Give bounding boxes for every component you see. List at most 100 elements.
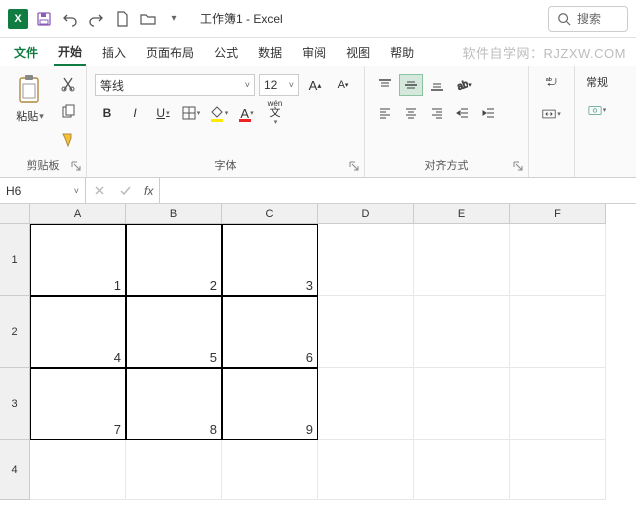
tab-review[interactable]: 审阅 [298, 40, 330, 65]
cell-E4[interactable] [414, 440, 510, 500]
redo-icon[interactable] [88, 11, 104, 27]
clipboard-group-label: 剪贴板 [27, 160, 60, 172]
fill-color-button[interactable]: ▾ [207, 102, 231, 124]
phonetic-guide-button[interactable]: wén文▾ [263, 102, 287, 124]
name-box-value: H6 [6, 184, 21, 198]
col-header-C[interactable]: C [222, 204, 318, 224]
cancel-formula-icon[interactable] [86, 184, 112, 197]
cell-A1[interactable]: 1 [30, 224, 126, 296]
currency-button[interactable]: ▾ [583, 98, 611, 122]
col-header-D[interactable]: D [318, 204, 414, 224]
tab-layout[interactable]: 页面布局 [142, 40, 198, 65]
cut-icon[interactable] [58, 74, 78, 94]
font-launcher-icon[interactable] [348, 161, 360, 173]
border-button[interactable]: ▾ [179, 102, 203, 124]
row-header-3[interactable]: 3 [0, 368, 30, 440]
col-header-E[interactable]: E [414, 204, 510, 224]
column-headers: ABCDEF [30, 204, 606, 224]
paste-button[interactable]: 粘贴▾ [8, 70, 52, 124]
align-right-button[interactable] [425, 102, 449, 124]
italic-button[interactable]: I [123, 102, 147, 124]
tab-insert[interactable]: 插入 [98, 40, 130, 65]
watermark-text: 软件自学网：RJZXW.COM [463, 43, 627, 62]
cell-F1[interactable] [510, 224, 606, 296]
window-title: 工作簿1 - Excel [200, 10, 283, 27]
align-left-button[interactable] [373, 102, 397, 124]
cell-C4[interactable] [222, 440, 318, 500]
font-group-label: 字体 [215, 160, 237, 172]
paste-label: 粘贴 [16, 108, 38, 124]
col-header-A[interactable]: A [30, 204, 126, 224]
clipboard-launcher-icon[interactable] [70, 161, 82, 173]
qat-customize-icon[interactable]: ▾ [166, 11, 182, 27]
cell-F4[interactable] [510, 440, 606, 500]
cell-A3[interactable]: 7 [30, 368, 126, 440]
formula-input[interactable] [160, 178, 636, 203]
font-size-select[interactable]: 12˅ [259, 74, 299, 96]
name-box[interactable]: H6˅ [0, 178, 86, 203]
increase-indent-button[interactable] [477, 102, 501, 124]
alignment-launcher-icon[interactable] [512, 161, 524, 173]
cell-C3[interactable]: 9 [222, 368, 318, 440]
fx-icon[interactable]: fx [138, 184, 159, 198]
align-bottom-button[interactable] [425, 74, 449, 96]
search-box[interactable]: 搜索 [548, 6, 628, 32]
underline-button[interactable]: U▾ [151, 102, 175, 124]
cell-F2[interactable] [510, 296, 606, 368]
cell-E3[interactable] [414, 368, 510, 440]
search-icon [557, 12, 571, 26]
group-number: 常规 ▾ [575, 66, 619, 177]
format-painter-icon[interactable] [58, 130, 78, 150]
merge-cells-button[interactable]: ▾ [538, 102, 566, 126]
tab-view[interactable]: 视图 [342, 40, 374, 65]
row-header-4[interactable]: 4 [0, 440, 30, 500]
tab-data[interactable]: 数据 [254, 40, 286, 65]
copy-icon[interactable] [58, 102, 78, 122]
col-header-B[interactable]: B [126, 204, 222, 224]
row-header-2[interactable]: 2 [0, 296, 30, 368]
orientation-button[interactable]: ab▾ [451, 74, 475, 96]
cell-B3[interactable]: 8 [126, 368, 222, 440]
decrease-font-icon[interactable]: A▾ [331, 74, 355, 96]
enter-formula-icon[interactable] [112, 184, 138, 197]
tab-help[interactable]: 帮助 [386, 40, 418, 65]
cell-B1[interactable]: 2 [126, 224, 222, 296]
cell-D1[interactable] [318, 224, 414, 296]
tab-file[interactable]: 文件 [10, 40, 42, 65]
tab-formulas[interactable]: 公式 [210, 40, 242, 65]
undo-icon[interactable] [62, 11, 78, 27]
increase-font-icon[interactable]: A▴ [303, 74, 327, 96]
number-format-label[interactable]: 常规 [586, 70, 608, 90]
font-name-select[interactable]: 等线˅ [95, 74, 255, 96]
new-file-icon[interactable] [114, 11, 130, 27]
save-icon[interactable] [36, 11, 52, 27]
cell-B4[interactable] [126, 440, 222, 500]
cell-A2[interactable]: 4 [30, 296, 126, 368]
align-top-button[interactable] [373, 74, 397, 96]
cell-C1[interactable]: 3 [222, 224, 318, 296]
align-center-button[interactable] [399, 102, 423, 124]
cell-A4[interactable] [30, 440, 126, 500]
cell-E1[interactable] [414, 224, 510, 296]
font-name-value: 等线 [100, 77, 124, 94]
cell-E2[interactable] [414, 296, 510, 368]
cell-F3[interactable] [510, 368, 606, 440]
cell-D3[interactable] [318, 368, 414, 440]
row-headers: 1234 [0, 224, 30, 500]
cell-B2[interactable]: 5 [126, 296, 222, 368]
decrease-indent-button[interactable] [451, 102, 475, 124]
select-all-corner[interactable] [0, 204, 30, 224]
alignment-group-label: 对齐方式 [425, 160, 469, 172]
open-folder-icon[interactable] [140, 11, 156, 27]
cell-D4[interactable] [318, 440, 414, 500]
titlebar: X ▾ 工作簿1 - Excel 搜索 [0, 0, 636, 38]
tab-home[interactable]: 开始 [54, 39, 86, 66]
align-middle-button[interactable] [399, 74, 423, 96]
bold-button[interactable]: B [95, 102, 119, 124]
col-header-F[interactable]: F [510, 204, 606, 224]
cell-D2[interactable] [318, 296, 414, 368]
font-color-button[interactable]: A ▾ [235, 102, 259, 124]
wrap-text-button[interactable]: ab [538, 70, 566, 94]
row-header-1[interactable]: 1 [0, 224, 30, 296]
cell-C2[interactable]: 6 [222, 296, 318, 368]
